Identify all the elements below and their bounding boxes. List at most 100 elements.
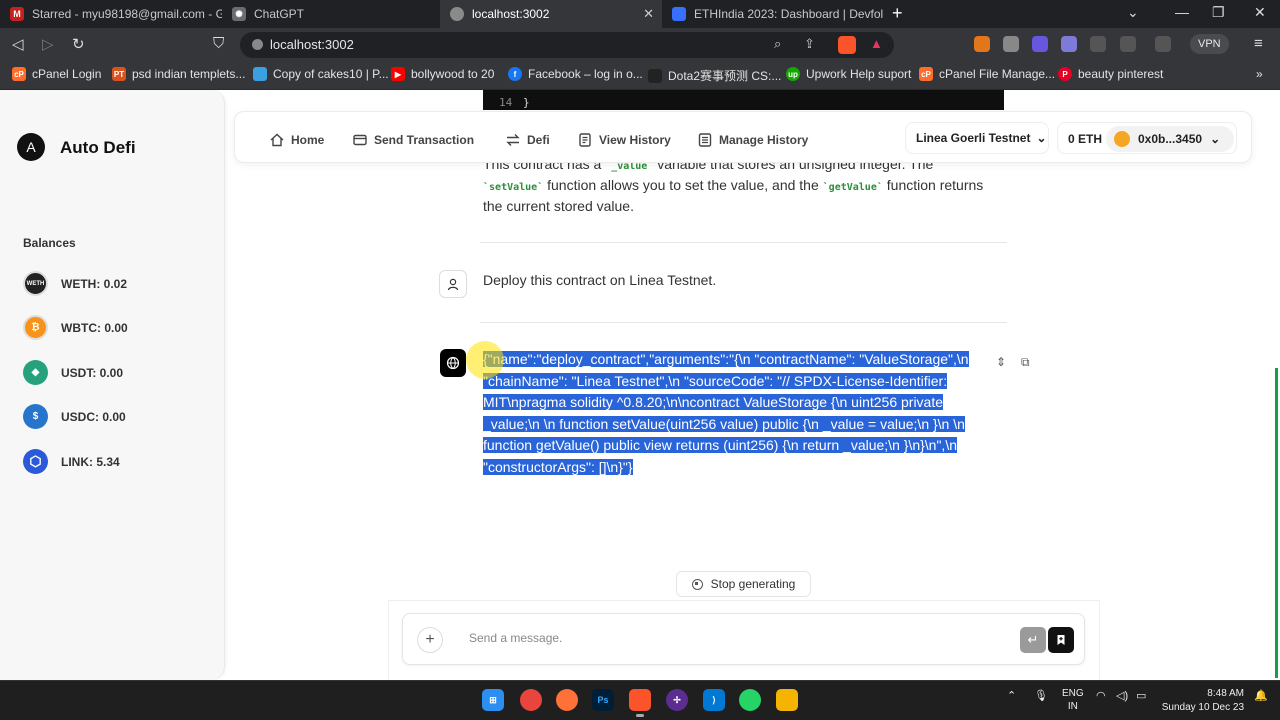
list-icon <box>698 133 712 147</box>
account-avatar <box>1114 131 1130 147</box>
brave-shields-icon[interactable] <box>838 36 856 54</box>
battery-icon[interactable]: ▭ <box>1136 689 1146 702</box>
bot-message-line: _value;\n \n function setValue(uint256 v… <box>483 415 965 432</box>
vscode-icon[interactable]: ⟩ <box>703 689 725 711</box>
bot-message-line: MIT\npragma solidity ^0.8.20;\n\ncontrac… <box>483 394 944 410</box>
puzzle-icon[interactable] <box>1090 36 1106 52</box>
minimize-icon[interactable]: — <box>1175 4 1189 20</box>
bookmark-prompt-button[interactable] <box>1048 627 1074 653</box>
new-tab-icon[interactable]: + <box>892 3 903 24</box>
wifi-icon[interactable]: ◠ <box>1096 689 1106 702</box>
sidebar-toggle-icon[interactable] <box>1120 36 1136 52</box>
menu-icon[interactable]: ≡ <box>1254 35 1263 52</box>
zoom-icon[interactable]: ⌕ <box>774 36 781 52</box>
stop-generating-button[interactable]: Stop generating <box>676 571 811 597</box>
network-selector[interactable]: Linea Goerli Testnet ⌄ <box>905 122 1049 154</box>
bookmark-item[interactable]: cP cPanel File Manage... <box>919 67 1055 81</box>
microphone-icon[interactable]: 🎙 <box>1034 689 1048 702</box>
nav-defi[interactable]: Defi <box>505 132 550 148</box>
upwork-icon: up <box>786 67 800 81</box>
bookmark-item[interactable]: Dota2赛事预测 CS:... <box>648 67 781 84</box>
language-indicator[interactable]: ENG IN <box>1062 687 1084 713</box>
tab-chatgpt[interactable]: ✺ ChatGPT <box>222 0 440 28</box>
bot-message-selected[interactable]: {"name":"deploy_contract","arguments":"{… <box>483 349 973 478</box>
photoshop-icon[interactable]: Ps <box>592 689 614 711</box>
bookmark-item[interactable]: up Upwork Help suport <box>786 67 911 81</box>
bookmark-icon[interactable]: ⛉ <box>213 35 224 52</box>
send-button[interactable]: ↵ <box>1020 627 1046 653</box>
upi-icon[interactable] <box>1061 36 1077 52</box>
nav-manage-history[interactable]: Manage History <box>697 132 808 148</box>
tray-chevron-icon[interactable]: ⌃ <box>1007 689 1016 702</box>
bookmark-item[interactable]: ▶ bollywood to 20 <box>391 67 494 81</box>
bookmark-item[interactable]: Copy of cakes10 | P... <box>253 67 389 81</box>
bookmark-item[interactable]: PT psd indian templets... <box>112 67 245 81</box>
dota-icon <box>648 68 662 83</box>
volume-icon[interactable]: ◁) <box>1116 689 1128 702</box>
tab-search-icon[interactable]: ⌄ <box>1127 4 1139 21</box>
share-icon[interactable]: ⇪ <box>804 36 815 52</box>
globe-icon <box>450 7 464 21</box>
nav-send-transaction[interactable]: Send Transaction <box>352 132 474 148</box>
maximize-icon[interactable]: ❐ <box>1212 4 1225 21</box>
message-composer[interactable]: + Send a message. ↵ <box>402 613 1085 665</box>
file-explorer-icon[interactable] <box>776 689 798 711</box>
nav-home[interactable]: Home <box>269 132 324 148</box>
message-input[interactable]: Send a message. <box>469 631 562 645</box>
nav-view-history[interactable]: View History <box>577 132 671 148</box>
cursor-highlight <box>466 341 504 379</box>
slack-icon[interactable]: ✢ <box>666 689 688 711</box>
scrollbar-indicator[interactable] <box>1275 368 1278 678</box>
expand-icon[interactable]: ⇕ <box>996 355 1006 369</box>
new-chat-plus-icon[interactable]: + <box>417 627 443 653</box>
close-window-icon[interactable]: ✕ <box>1254 4 1266 21</box>
link-icon: ⬡ <box>23 449 48 474</box>
balance-usdt: ◆ USDT: 0.00 <box>23 360 123 385</box>
assistant-text-line: the current stored value. <box>483 198 634 214</box>
tab-title: ChatGPT <box>254 7 305 21</box>
app-viewport: 14 } This contract has a `_value` variab… <box>0 90 1280 680</box>
dropper-icon[interactable] <box>1003 36 1019 52</box>
tab-localhost[interactable]: localhost:3002 ✕ <box>440 0 662 28</box>
site-info-icon[interactable] <box>252 39 263 50</box>
metamask-icon[interactable] <box>974 36 990 52</box>
whatsapp-icon[interactable] <box>739 689 761 711</box>
account-button[interactable]: 0 ETH 0x0b...3450 ⌄ <box>1057 122 1237 154</box>
clock[interactable]: 8:48 AM Sunday 10 Dec 23 <box>1162 687 1244 715</box>
code-line-text: } <box>523 96 530 109</box>
notification-bell-icon[interactable]: 🔔 <box>1254 689 1268 702</box>
tab-devfolio[interactable]: ETHIndia 2023: Dashboard | Devfolio <box>662 0 884 28</box>
url-field[interactable]: localhost:3002 ⌕ ⇪ ▲ <box>240 32 894 58</box>
brave-rewards-icon[interactable]: ▲ <box>870 36 883 51</box>
chrome-icon[interactable] <box>520 689 542 711</box>
reload-icon[interactable]: ↻ <box>72 35 85 53</box>
cpanel-icon: cP <box>919 67 933 81</box>
close-tab-icon[interactable]: ✕ <box>643 6 654 22</box>
tab-gmail[interactable]: M Starred - myu98198@gmail.com - Gm <box>0 0 222 28</box>
tab-title: ETHIndia 2023: Dashboard | Devfolio <box>694 7 884 21</box>
weth-icon: WETH <box>23 271 48 296</box>
chevron-down-icon: ⌄ <box>1036 131 1047 145</box>
copy-icon[interactable]: ⧉ <box>1021 355 1030 370</box>
history-icon <box>579 133 591 147</box>
bookmark-item[interactable]: f Facebook – log in o... <box>508 67 643 81</box>
forward-icon[interactable]: ▷ <box>42 35 54 53</box>
firefox-icon[interactable] <box>556 689 578 711</box>
brave-icon[interactable] <box>629 689 651 717</box>
more-bookmarks-icon[interactable]: » <box>1256 67 1263 81</box>
pt-icon: PT <box>112 67 126 81</box>
extension-icon[interactable] <box>1032 36 1048 52</box>
tab-title: localhost:3002 <box>472 7 550 21</box>
wallet-icon[interactable] <box>1155 36 1171 52</box>
message-divider <box>480 242 1007 243</box>
bot-avatar <box>440 349 466 377</box>
balance-link: ⬡ LINK: 5.34 <box>23 449 120 474</box>
back-icon[interactable]: ◁ <box>12 35 24 53</box>
address-pill[interactable]: 0x0b...3450 ⌄ <box>1106 126 1234 152</box>
bot-message-line: "constructorArgs": []\n}"} <box>483 458 633 475</box>
bookmark-item[interactable]: Pbeauty pinterest <box>1058 67 1163 81</box>
windows-start-icon[interactable]: ⊞ <box>482 689 504 711</box>
browser-tab-strip: M Starred - myu98198@gmail.com - Gm ✺ Ch… <box>0 0 1280 28</box>
bookmark-item[interactable]: cP cPanel Login <box>12 67 101 81</box>
vpn-button[interactable]: VPN <box>1190 34 1229 54</box>
